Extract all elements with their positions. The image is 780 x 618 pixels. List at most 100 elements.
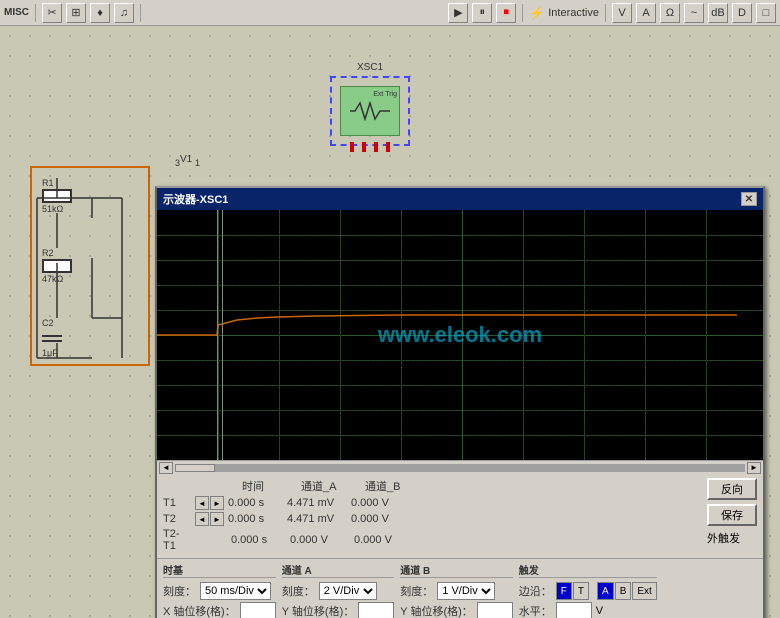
play-btn[interactable]: ▶: [448, 3, 468, 23]
chb-offset-row: Y 轴位移(格)： 0: [400, 602, 513, 618]
x-offset-row: X 轴位移(格)： 0: [163, 602, 276, 618]
cha-offset-row: Y 轴位移(格)： 0: [282, 602, 395, 618]
t2t1-row: T2-T1 0.000 s 0.000 V 0.000 V: [163, 528, 699, 552]
ext-trig-label: Ext Trig: [373, 91, 397, 98]
t1-arrows[interactable]: ◄ ►: [195, 496, 224, 510]
scroll-track[interactable]: [175, 464, 745, 472]
osc-controls-area: 时间 通道_A 通道_B T1 ◄ ► 0.000 s 4: [157, 474, 763, 558]
lightning-icon: ⚡: [529, 6, 544, 20]
chb-scale-select[interactable]: 1 V/Div: [437, 582, 495, 600]
toolbar-trig-btn[interactable]: ~: [684, 3, 704, 23]
trigger-b-btn[interactable]: B: [615, 582, 632, 600]
t1-chb-val: 0.000 V: [351, 497, 411, 509]
trigger-channel-toggle: A B Ext: [597, 582, 657, 600]
timebase-scale-select[interactable]: 50 ms/Div: [200, 582, 271, 600]
cha-header: 通道_A: [301, 478, 361, 494]
chb-offset-label: Y 轴位移(格)：: [400, 603, 473, 618]
cha-scale-select[interactable]: 2 V/Div: [319, 582, 377, 600]
osc-pin-row: [350, 142, 390, 152]
channel-a-group: 通道 A 刻度： 2 V/Div Y 轴位移(格)： 0: [282, 562, 395, 618]
toolbar-btn-3[interactable]: ♦: [90, 3, 110, 23]
ext-trigger-label: 外触发: [707, 530, 740, 546]
osc-dialog-title: 示波器-XSC1: [163, 191, 228, 207]
stop-btn[interactable]: ⏹: [496, 3, 516, 23]
trigger-f-btn[interactable]: F: [556, 582, 572, 600]
toolbar-btn-4[interactable]: ♫: [114, 3, 134, 23]
toolbar-d-btn[interactable]: D: [732, 3, 752, 23]
osc-close-button[interactable]: ✕: [741, 192, 757, 206]
save-button[interactable]: 保存: [707, 504, 757, 526]
osc-pin-3: [374, 142, 378, 152]
circuit-wires: [32, 168, 148, 364]
trigger-level-unit: V: [596, 605, 603, 617]
osc-scrollbar[interactable]: ◄ ►: [157, 460, 763, 474]
trigger-edge-row: 边沿： F T A B Ext: [519, 582, 657, 600]
oscilloscope-component[interactable]: Ext Trig XSC1: [330, 76, 410, 146]
chb-header: 通道_B: [365, 478, 425, 494]
osc-titlebar: 示波器-XSC1 ✕: [157, 188, 763, 210]
osc-pin-4: [386, 142, 390, 152]
osc-wave-display: [350, 101, 390, 121]
signal-display: [157, 210, 763, 460]
chb-title: 通道 B: [400, 562, 513, 578]
toolbar-btn-1[interactable]: ✂: [42, 3, 62, 23]
timebase-title: 时基: [163, 562, 276, 578]
trigger-level-input[interactable]: 0: [556, 602, 592, 618]
pause-btn[interactable]: ⏸: [472, 3, 492, 23]
oscilloscope-dialog: 示波器-XSC1 ✕: [155, 186, 765, 618]
trigger-ext-btn[interactable]: Ext: [632, 582, 656, 600]
separator: [35, 4, 36, 22]
trigger-a-btn[interactable]: A: [597, 582, 614, 600]
t2t1-chb-val: 0.000 V: [354, 534, 414, 546]
toolbar-sq-btn[interactable]: □: [756, 3, 776, 23]
timebase-group: 时基 刻度： 50 ms/Div X 轴位移(格)： 0: [163, 562, 276, 618]
trigger-edge-label: 边沿：: [519, 583, 552, 599]
t1-time-val: 0.000 s: [228, 497, 283, 509]
toolbar-a-btn[interactable]: A: [636, 3, 656, 23]
toolbar-db-btn[interactable]: dB: [708, 3, 728, 23]
cha-offset-label: Y 轴位移(格)：: [282, 603, 355, 618]
circuit-components: R1 51kΩ R2 47kΩ C2 1μF: [30, 166, 150, 366]
circuit-canvas: 3 1 V1 Ext Trig XSC1 R1: [0, 26, 780, 618]
separator4: [605, 4, 606, 22]
marker-t1: [217, 210, 218, 460]
scroll-right-btn[interactable]: ►: [747, 462, 761, 474]
t1-right-btn[interactable]: ►: [210, 496, 224, 510]
toolbar-v-btn[interactable]: V: [612, 3, 632, 23]
osc-body: Ext Trig: [340, 86, 400, 136]
t2t1-time-val: 0.000 s: [231, 534, 286, 546]
measurements-header-row: 时间 通道_A 通道_B: [163, 478, 699, 494]
cha-offset-input[interactable]: 0: [358, 602, 394, 618]
chb-scale-row: 刻度： 1 V/Div: [400, 582, 513, 600]
separator2: [140, 4, 141, 22]
trigger-t-btn[interactable]: T: [573, 582, 589, 600]
t2-time-val: 0.000 s: [228, 513, 283, 525]
x-offset-input[interactable]: 0: [240, 602, 276, 618]
osc-screen: www.eleok.com: [157, 210, 763, 460]
reverse-button[interactable]: 反向: [707, 478, 757, 500]
scroll-thumb[interactable]: [175, 464, 215, 472]
t2-right-btn[interactable]: ►: [210, 512, 224, 526]
t2t1-label: T2-T1: [163, 528, 191, 552]
time-header: 时间: [242, 478, 297, 494]
trigger-edge-toggle: F T: [556, 582, 589, 600]
t1-cha-val: 4.471 mV: [287, 497, 347, 509]
ext-trigger-area: 外触发: [707, 530, 757, 546]
t2-chb-val: 0.000 V: [351, 513, 411, 525]
trigger-group: 触发 边沿： F T A B Ext 水平: [519, 562, 657, 618]
trigger-level-label: 水平：: [519, 603, 552, 618]
separator3: [522, 4, 523, 22]
t2-arrows[interactable]: ◄ ►: [195, 512, 224, 526]
cha-title: 通道 A: [282, 562, 395, 578]
t2-left-btn[interactable]: ◄: [195, 512, 209, 526]
scroll-left-btn[interactable]: ◄: [159, 462, 173, 474]
main-canvas: 3 1 V1 Ext Trig XSC1 R1: [0, 26, 780, 618]
osc-pin-2: [362, 142, 366, 152]
t2-cha-val: 4.471 mV: [287, 513, 347, 525]
toolbar-btn-2[interactable]: ⊞: [66, 3, 86, 23]
t1-left-btn[interactable]: ◄: [195, 496, 209, 510]
x-offset-label: X 轴位移(格)：: [163, 603, 236, 618]
chb-offset-input[interactable]: 0: [477, 602, 513, 618]
cha-scale-row: 刻度： 2 V/Div: [282, 582, 395, 600]
toolbar-ohm-btn[interactable]: Ω: [660, 3, 680, 23]
